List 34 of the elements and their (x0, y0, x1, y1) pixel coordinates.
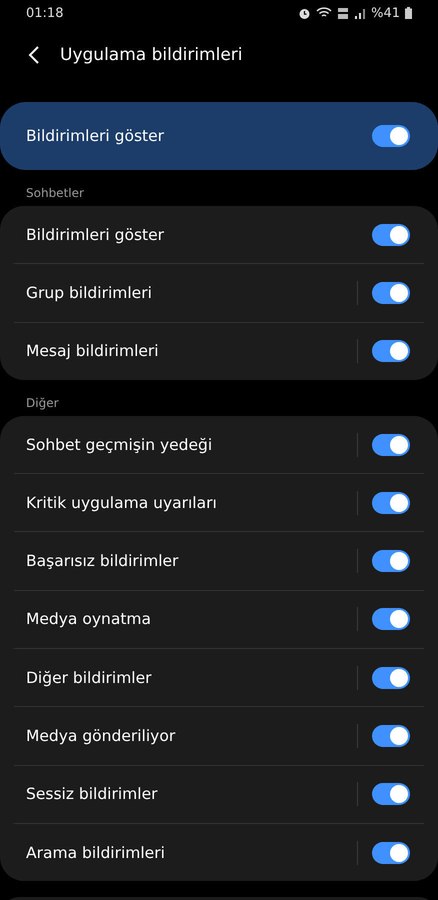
setting-label[interactable]: Grup bildirimleri (26, 284, 357, 302)
page-title: Uygulama bildirimleri (60, 45, 243, 65)
toggle-switch[interactable] (372, 492, 410, 514)
toggle-switch[interactable] (372, 282, 410, 304)
toggle-switch[interactable] (372, 434, 410, 456)
wifi-icon (316, 7, 332, 19)
toggle-switch[interactable] (372, 725, 410, 748)
setting-label[interactable]: Sessiz bildirimler (26, 785, 357, 804)
section-header: Sohbetler (25, 185, 85, 202)
setting-label[interactable]: Medya oynatma (26, 610, 357, 628)
setting-label[interactable]: Diğer bildirimler (26, 668, 357, 687)
master-toggle-row[interactable]: Bildirimleri göster (0, 102, 438, 170)
setting-label[interactable]: Bildirimleri göster (26, 226, 372, 244)
setting-label[interactable]: Sohbet geçmişin yedeği (26, 436, 357, 454)
setting-label[interactable]: Arama bildirimleri (26, 844, 357, 862)
signal-icon (354, 8, 366, 18)
toggle-switch[interactable] (372, 666, 410, 689)
toggle-switch[interactable] (372, 608, 410, 630)
section-header: Diğer (25, 394, 60, 412)
setting-label[interactable]: Medya gönderiliyor (26, 727, 357, 746)
setting-label[interactable]: Kritik uygulama uyarıları (26, 494, 357, 512)
setting-label[interactable]: Mesaj bildirimleri (26, 342, 357, 360)
status-time: 01:18 (26, 6, 64, 20)
toggle-switch[interactable] (372, 783, 410, 806)
toggle-switch[interactable] (372, 224, 410, 246)
setting-label[interactable]: Başarısız bildirimler (26, 552, 357, 570)
toggle-switch[interactable] (372, 125, 410, 147)
back-icon[interactable] (28, 46, 40, 64)
toggle-switch[interactable] (372, 842, 410, 864)
master-toggle-label: Bildirimleri göster (26, 127, 166, 145)
toggle-switch[interactable] (372, 550, 410, 572)
battery-icon (405, 7, 412, 19)
toggle-switch[interactable] (372, 340, 410, 362)
battery-percent: %41 (371, 6, 400, 20)
